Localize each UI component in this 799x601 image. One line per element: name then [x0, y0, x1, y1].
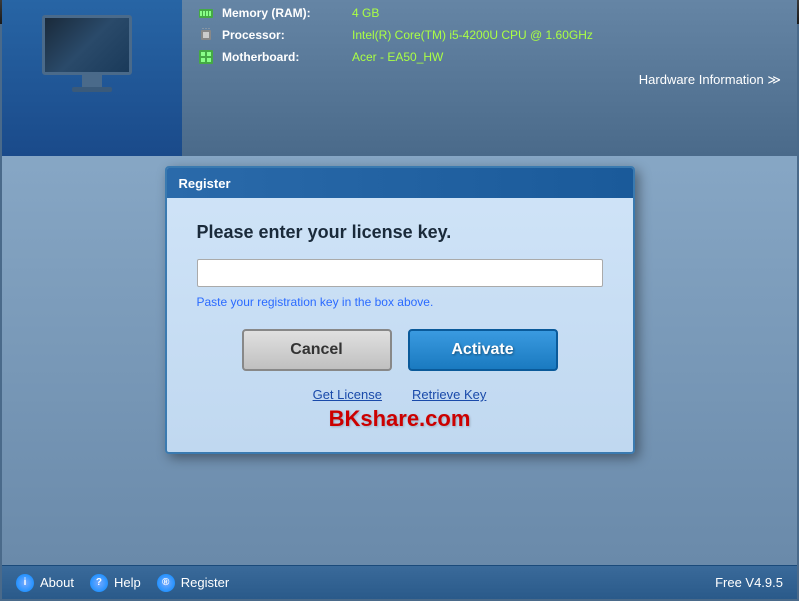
ram-icon [198, 5, 214, 21]
watermark: BKshare.com [197, 406, 603, 432]
cpu-value: Intel(R) Core(TM) i5-4200U CPU @ 1.60GHz [352, 28, 593, 42]
hw-info-link[interactable]: Hardware Information ≫ [639, 72, 781, 87]
monitor-base [72, 87, 112, 92]
dialog-body: Please enter your license key. Paste you… [167, 198, 633, 452]
ram-row: Memory (RAM): 4 GB [198, 5, 781, 21]
get-license-link[interactable]: Get License [313, 387, 382, 402]
help-button[interactable]: ? Help [90, 574, 141, 592]
register-dialog: Register Please enter your license key. … [165, 166, 635, 454]
version-label: Free V4.9.5 [715, 575, 783, 590]
register-label: Register [181, 575, 229, 590]
cpu-label: Processor: [222, 28, 352, 42]
monitor-stand [82, 75, 102, 87]
ram-label: Memory (RAM): [222, 6, 352, 20]
mb-label: Motherboard: [222, 50, 352, 64]
main-window: DriverEasy Scan [0, 24, 799, 601]
dialog-title-bar: Register [167, 168, 633, 198]
register-icon: ® [157, 574, 175, 592]
help-icon: ? [90, 574, 108, 592]
register-button[interactable]: ® Register [157, 574, 229, 592]
monitor-screen [42, 15, 132, 75]
system-info-panel: Operation System: Microsoft Windows 7 Ul… [182, 0, 797, 156]
activate-button[interactable]: Activate [408, 329, 558, 371]
about-icon: i [16, 574, 34, 592]
mb-row: Motherboard: Acer - EA50_HW [198, 49, 781, 65]
dialog-links: Get License Retrieve Key [197, 387, 603, 402]
cpu-row: Processor: Intel(R) Core(TM) i5-4200U CP… [198, 27, 781, 43]
cpu-icon [198, 27, 214, 43]
system-area: System [2, 0, 797, 156]
dialog-overlay: Register Please enter your license key. … [2, 156, 797, 166]
cancel-button[interactable]: Cancel [242, 329, 392, 371]
mb-icon [198, 49, 214, 65]
retrieve-key-link[interactable]: Retrieve Key [412, 387, 486, 402]
monitor-icon [42, 15, 142, 95]
dialog-title: Register [179, 176, 231, 191]
footer: i About ? Help ® Register Free V4.9.5 [2, 565, 797, 599]
system-panel: System [2, 0, 182, 156]
ram-value: 4 GB [352, 6, 379, 20]
paste-hint: Paste your registration key in the box a… [197, 295, 603, 309]
dialog-prompt: Please enter your license key. [197, 222, 603, 243]
license-key-input[interactable] [197, 259, 603, 287]
mb-value: Acer - EA50_HW [352, 50, 443, 64]
dialog-buttons: Cancel Activate [197, 329, 603, 371]
help-label: Help [114, 575, 141, 590]
about-label: About [40, 575, 74, 590]
about-button[interactable]: i About [16, 574, 74, 592]
content-area: Scan for Updating Driver 1 ▶ 2 ▶ 3 Scan … [2, 106, 797, 565]
